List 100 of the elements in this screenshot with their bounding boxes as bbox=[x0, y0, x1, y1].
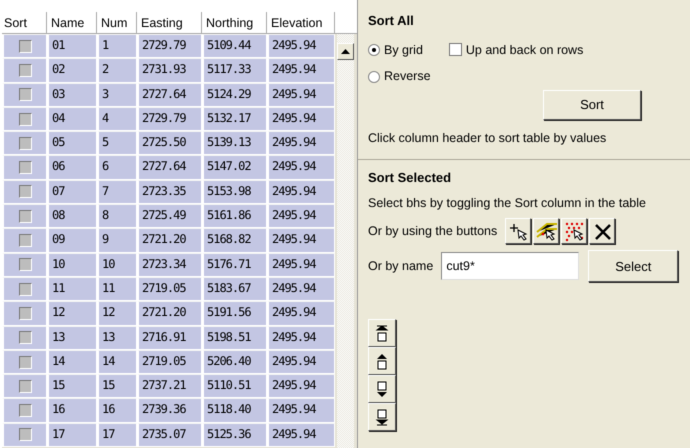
table-cell: 2495.94 bbox=[267, 252, 335, 277]
table-cell: 2721.20 bbox=[137, 301, 202, 326]
table-cell: 8 bbox=[97, 204, 137, 228]
table-cell: 2723.35 bbox=[137, 180, 202, 204]
move-down-icon bbox=[375, 380, 389, 398]
checkbox[interactable] bbox=[18, 112, 32, 126]
table-cell: 16 bbox=[47, 398, 97, 423]
table-cell: 2719.05 bbox=[137, 276, 202, 302]
checkbox[interactable] bbox=[18, 331, 32, 344]
table-cell: 2725.49 bbox=[137, 204, 202, 228]
move-button[interactable] bbox=[368, 319, 396, 348]
checkbox[interactable] bbox=[18, 258, 32, 272]
hint-text: Click column header to sort table by values bbox=[368, 130, 608, 147]
table-cell: 3 bbox=[97, 82, 137, 107]
checkbox[interactable] bbox=[18, 428, 32, 442]
table-cell: 16 bbox=[97, 398, 137, 423]
table-cell: 2495.94 bbox=[267, 180, 335, 204]
table-cell: 2716.91 bbox=[137, 326, 202, 350]
move-button[interactable] bbox=[368, 347, 396, 376]
table-cell: 11 bbox=[97, 276, 137, 302]
table-cell: 2735.07 bbox=[137, 422, 202, 448]
checkbox[interactable] bbox=[18, 88, 32, 102]
table-cell: 5118.40 bbox=[202, 398, 267, 423]
move-button[interactable] bbox=[368, 403, 396, 432]
table-cell: 2495.94 bbox=[267, 228, 335, 253]
hint-text: Select bhs by toggling the Sort column in the table bbox=[368, 194, 647, 212]
tool-button[interactable] bbox=[561, 218, 588, 244]
checkbox[interactable] bbox=[18, 234, 32, 248]
checkbox[interactable]: Up and back on rows bbox=[448, 40, 584, 60]
table-cell: 5 bbox=[97, 131, 137, 156]
checkbox[interactable] bbox=[18, 210, 32, 223]
column-header[interactable]: Elevation bbox=[267, 12, 335, 33]
tool-button[interactable] bbox=[589, 218, 616, 244]
table-cell: 2495.94 bbox=[267, 301, 335, 326]
tool-button[interactable] bbox=[505, 218, 532, 244]
move-button[interactable] bbox=[368, 375, 396, 404]
table-cell: 5124.29 bbox=[202, 82, 267, 107]
table-cell: 13 bbox=[97, 326, 137, 350]
table-cell: 2495.94 bbox=[267, 155, 335, 180]
table-cell: 09 bbox=[47, 228, 97, 253]
table-cell: 5110.51 bbox=[202, 374, 267, 398]
table-cell: 5198.51 bbox=[202, 326, 267, 350]
table-cell: 12 bbox=[47, 301, 97, 326]
table-cell: 03 bbox=[47, 82, 97, 107]
table-cell: 6 bbox=[97, 155, 137, 180]
column-header[interactable]: Name bbox=[47, 12, 97, 33]
table-cell: 2495.94 bbox=[267, 422, 335, 448]
checkbox[interactable] bbox=[18, 40, 32, 53]
table-cell: 2495.94 bbox=[267, 106, 335, 132]
checkbox[interactable] bbox=[18, 185, 32, 198]
checkbox[interactable] bbox=[18, 404, 32, 418]
table-cell: 2719.05 bbox=[137, 350, 202, 374]
checkbox[interactable] bbox=[18, 282, 32, 296]
scroll-up-button[interactable] bbox=[337, 43, 354, 60]
column-header[interactable]: Num bbox=[97, 12, 137, 33]
section-title: Sort Selected bbox=[368, 169, 452, 187]
table-cell: 2495.94 bbox=[267, 398, 335, 423]
checkbox[interactable] bbox=[18, 380, 32, 393]
table-cell: 2723.34 bbox=[137, 252, 202, 277]
arrow-up-icon bbox=[341, 49, 350, 54]
table-cell: 5191.56 bbox=[202, 301, 267, 326]
move-bottom-icon bbox=[375, 408, 389, 426]
table-cell: 5153.98 bbox=[202, 180, 267, 204]
table-cell: 2721.20 bbox=[137, 228, 202, 253]
table-cell: 2495.94 bbox=[267, 276, 335, 302]
table-cell: 5109.44 bbox=[202, 34, 267, 58]
table-cell: 2729.79 bbox=[137, 34, 202, 58]
table-cell: 12 bbox=[97, 301, 137, 326]
table-cell: 2495.94 bbox=[267, 58, 335, 83]
checkbox[interactable] bbox=[18, 306, 32, 320]
table-cell: 2495.94 bbox=[267, 34, 335, 58]
checkbox[interactable] bbox=[18, 136, 32, 150]
select-button[interactable]: Select bbox=[588, 250, 678, 282]
column-header[interactable]: Easting bbox=[137, 12, 202, 33]
tool-button[interactable] bbox=[533, 218, 560, 244]
column-header[interactable]: Sort bbox=[2, 12, 47, 33]
area-select-icon bbox=[563, 220, 586, 242]
table-cell: 4 bbox=[97, 106, 137, 132]
radio-button[interactable]: Reverse bbox=[368, 67, 680, 86]
radio-button[interactable]: By grid bbox=[368, 40, 423, 60]
sort-button[interactable]: Sort bbox=[543, 90, 641, 120]
table-cell: 2495.94 bbox=[267, 326, 335, 350]
checkbox[interactable] bbox=[18, 161, 32, 174]
table-cell: 2495.94 bbox=[267, 131, 335, 156]
table-cell: 2495.94 bbox=[267, 350, 335, 374]
table-cell: 02 bbox=[47, 58, 97, 83]
checkbox[interactable] bbox=[18, 64, 32, 77]
table-cell: 5206.40 bbox=[202, 350, 267, 374]
table-cell: 01 bbox=[47, 34, 97, 58]
line-select-icon bbox=[535, 220, 558, 242]
scrollbar[interactable] bbox=[337, 34, 354, 448]
move-top-icon bbox=[375, 324, 389, 342]
table-cell: 5176.71 bbox=[202, 252, 267, 277]
table-cell: 14 bbox=[47, 350, 97, 374]
name-input-field[interactable]: cut9* bbox=[441, 252, 580, 280]
table-cell: 2495.94 bbox=[267, 82, 335, 107]
checkbox[interactable] bbox=[18, 356, 32, 368]
table-cell: 1 bbox=[97, 34, 137, 58]
table-cell: 06 bbox=[47, 155, 97, 180]
column-header[interactable]: Northing bbox=[202, 12, 267, 33]
